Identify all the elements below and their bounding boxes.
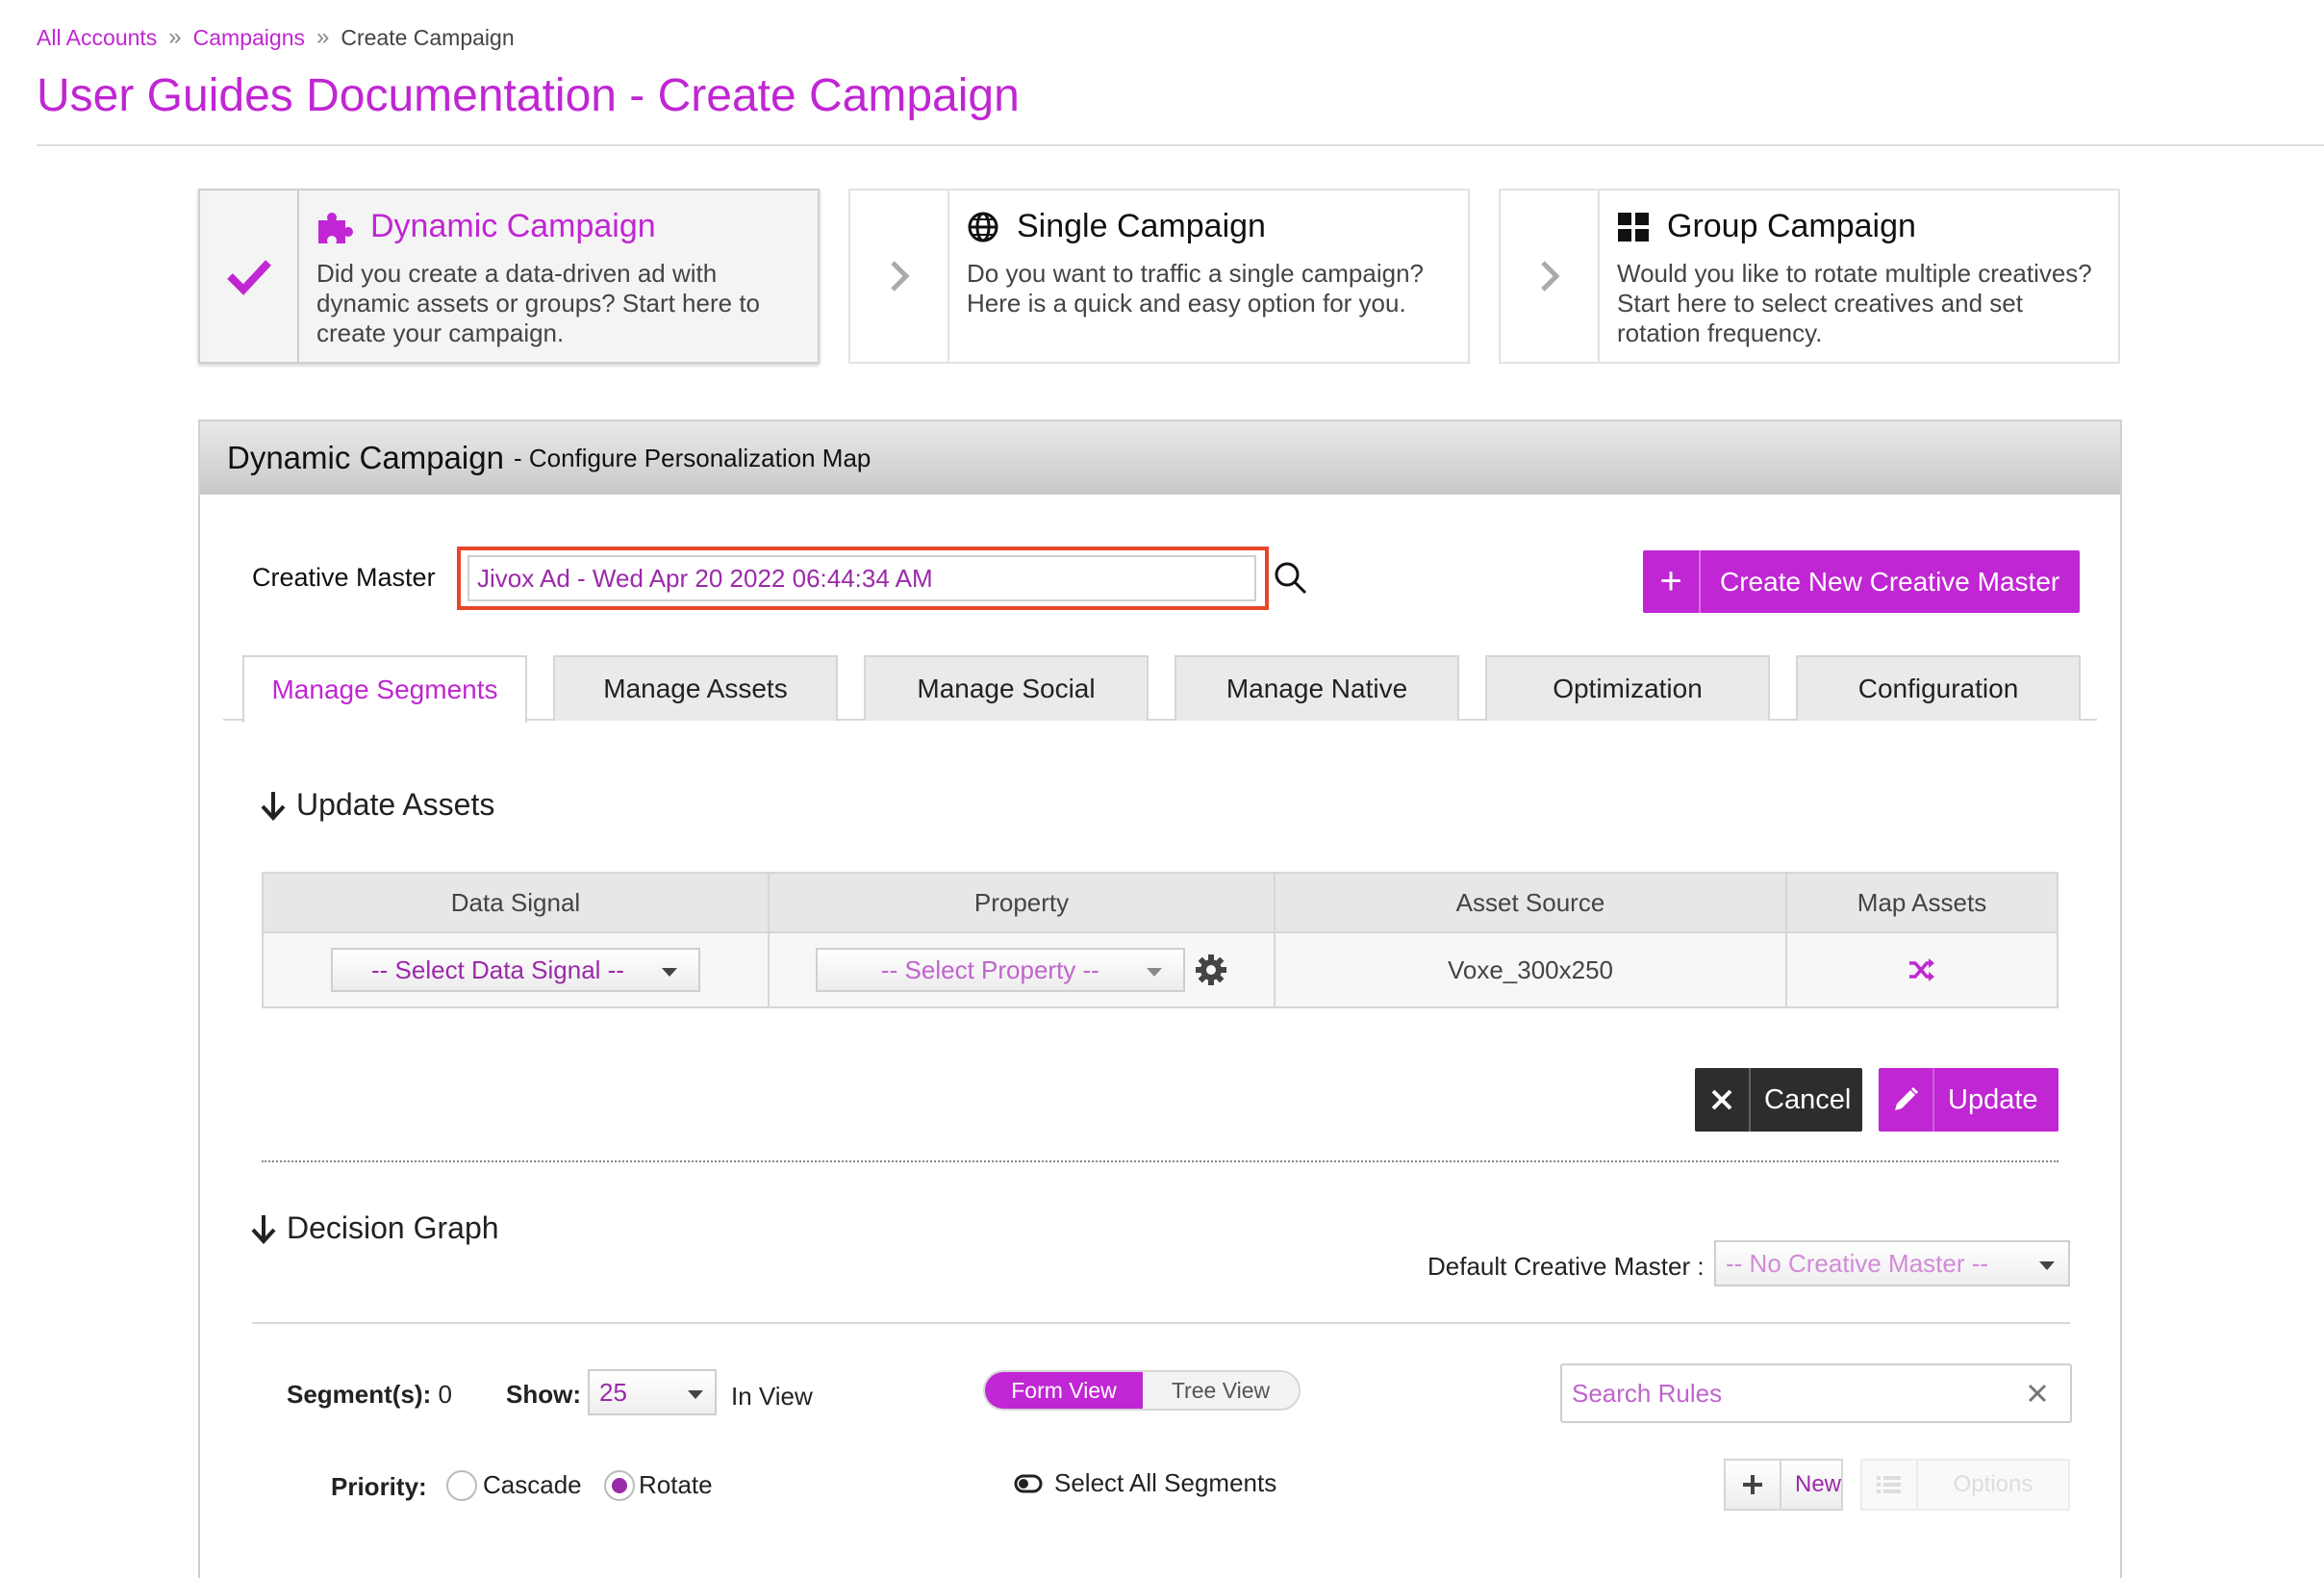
plus-icon: + <box>1643 550 1701 613</box>
options-button[interactable]: Options <box>1860 1459 2070 1511</box>
breadcrumb-campaigns[interactable]: Campaigns <box>193 25 305 51</box>
caret-down-icon <box>2039 1261 2055 1270</box>
creative-master-input[interactable]: Jivox Ad - Wed Apr 20 2022 06:44:34 AM <box>467 555 1256 601</box>
pencil-icon <box>1879 1068 1934 1132</box>
section-divider <box>262 1160 2059 1162</box>
view-toggle: Form View Tree View <box>983 1370 1301 1411</box>
rotate-label: Rotate <box>639 1470 713 1499</box>
default-creative-master-select[interactable]: -- No Creative Master -- <box>1714 1240 2070 1286</box>
card-title: Single Campaign <box>1017 208 1266 244</box>
card-description: Do you want to traffic a single campaign… <box>967 259 1425 318</box>
search-icon[interactable] <box>1273 560 1309 601</box>
title-divider <box>37 144 2324 146</box>
close-icon <box>1695 1068 1751 1132</box>
rotate-radio[interactable] <box>604 1470 635 1501</box>
page-title: User Guides Documentation - Create Campa… <box>37 70 1020 121</box>
card-title: Dynamic Campaign <box>370 208 656 244</box>
plus-icon <box>1726 1461 1781 1509</box>
panel-header: Dynamic Campaign - Configure Personaliza… <box>200 421 2120 495</box>
table-header-row: Data Signal Property Asset Source Map As… <box>264 874 2057 933</box>
gear-icon[interactable] <box>1195 954 1227 986</box>
tab-manage-segments[interactable]: Manage Segments <box>242 655 527 723</box>
card-description: Did you create a data-driven ad with dyn… <box>316 259 761 347</box>
segments-count: Segment(s): 0 <box>287 1380 452 1409</box>
decision-graph-divider <box>252 1322 2070 1324</box>
shuffle-icon[interactable] <box>1907 957 1936 982</box>
breadcrumb-separator: » <box>168 24 182 50</box>
cascade-label: Cascade <box>483 1470 582 1499</box>
card-arrow <box>850 191 949 362</box>
data-signal-select[interactable]: -- Select Data Signal -- <box>331 948 700 992</box>
card-description: Would you like to rotate multiple creati… <box>1617 259 2092 347</box>
chevron-right-icon <box>890 261 910 292</box>
grid-icon <box>1618 212 1649 242</box>
property-cell: -- Select Property -- <box>770 933 1276 1006</box>
asset-source-cell: Voxe_300x250 <box>1276 933 1787 1006</box>
caret-down-icon <box>662 968 677 977</box>
update-button[interactable]: Update <box>1879 1068 2059 1132</box>
tab-manage-native[interactable]: Manage Native <box>1175 655 1459 721</box>
column-header: Property <box>770 874 1276 931</box>
cancel-button[interactable]: Cancel <box>1695 1068 1862 1132</box>
cascade-radio[interactable] <box>446 1470 477 1501</box>
update-assets-table: Data Signal Property Asset Source Map As… <box>262 872 2059 1008</box>
property-select[interactable]: -- Select Property -- <box>816 948 1185 992</box>
in-view-label: In View <box>731 1382 813 1411</box>
update-assets-heading[interactable]: Update Assets <box>260 787 494 823</box>
select-all-segments[interactable]: Select All Segments <box>1014 1468 1276 1498</box>
column-header: Asset Source <box>1276 874 1787 931</box>
breadcrumb-all-accounts[interactable]: All Accounts <box>37 25 157 51</box>
card-selected-indicator <box>200 191 299 362</box>
tab-configuration[interactable]: Configuration <box>1796 655 2081 721</box>
caret-down-icon <box>1147 968 1162 977</box>
arrow-down-icon <box>261 791 286 821</box>
tab-manage-social[interactable]: Manage Social <box>864 655 1149 721</box>
card-arrow <box>1501 191 1600 362</box>
card-title: Group Campaign <box>1667 208 1916 244</box>
column-header: Map Assets <box>1857 887 1987 917</box>
new-segment-button[interactable]: New <box>1724 1459 1843 1511</box>
column-header: Data Signal <box>264 874 770 931</box>
puzzle-icon <box>318 212 353 243</box>
breadcrumb-current: Create Campaign <box>341 24 515 50</box>
table-row: -- Select Data Signal -- -- Select Prope… <box>264 933 2057 1006</box>
show-label: Show: <box>506 1380 581 1409</box>
create-new-creative-master-button[interactable]: + Create New Creative Master <box>1643 550 2080 613</box>
panel-title: Dynamic Campaign <box>227 440 504 475</box>
creative-master-label: Creative Master <box>252 563 436 592</box>
default-creative-master-label: Default Creative Master : <box>1427 1252 1705 1281</box>
caret-down-icon <box>688 1390 703 1399</box>
decision-graph-heading[interactable]: Decision Graph <box>250 1210 499 1246</box>
list-icon <box>1862 1461 1918 1509</box>
arrow-down-icon <box>251 1214 276 1244</box>
priority-label: Priority: <box>331 1472 427 1501</box>
card-group-campaign[interactable]: Group Campaign Would you like to rotate … <box>1499 189 2120 364</box>
data-signal-cell: -- Select Data Signal -- <box>264 933 770 1006</box>
breadcrumb-separator: » <box>316 24 330 50</box>
card-dynamic-campaign[interactable]: Dynamic Campaign Did you create a data-d… <box>198 189 820 364</box>
clear-icon[interactable] <box>2026 1382 2049 1405</box>
globe-icon <box>968 212 998 242</box>
panel-subtitle: - Configure Personalization Map <box>513 443 872 472</box>
breadcrumb: All Accounts » Campaigns » Create Campai… <box>37 24 515 51</box>
checkmark-icon <box>226 260 271 295</box>
card-single-campaign[interactable]: Single Campaign Do you want to traffic a… <box>848 189 1470 364</box>
tab-optimization[interactable]: Optimization <box>1485 655 1770 721</box>
tab-manage-assets[interactable]: Manage Assets <box>553 655 838 721</box>
form-view-button[interactable]: Form View <box>985 1372 1143 1409</box>
map-assets-cell <box>1787 933 2057 1006</box>
show-count-select[interactable]: 25 <box>588 1369 717 1415</box>
chevron-right-icon <box>1540 261 1560 292</box>
search-rules-input[interactable]: Search Rules <box>1560 1363 2072 1423</box>
toggle-icon <box>1014 1474 1043 1492</box>
tree-view-button[interactable]: Tree View <box>1143 1372 1299 1409</box>
